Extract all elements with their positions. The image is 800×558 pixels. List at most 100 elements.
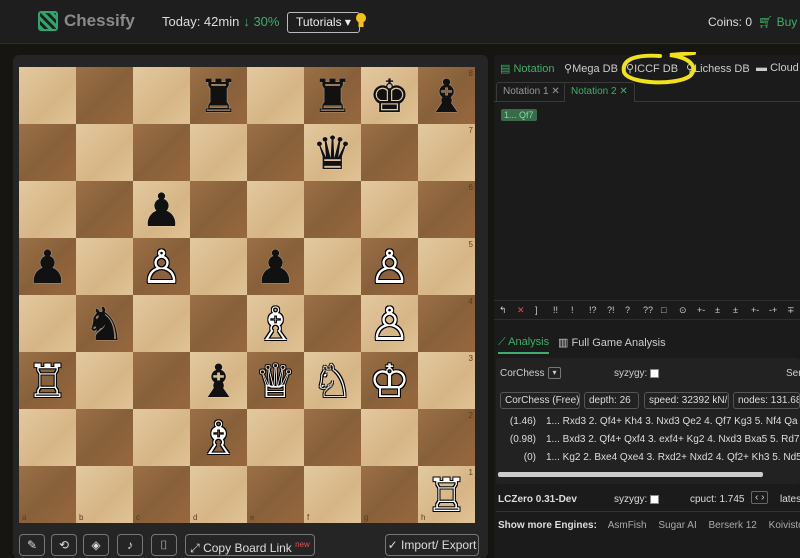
square-c4[interactable] bbox=[133, 295, 190, 352]
square-g2[interactable] bbox=[361, 409, 418, 466]
square-a7[interactable] bbox=[19, 124, 76, 181]
syzygy-checkbox[interactable] bbox=[650, 494, 660, 504]
square-h4[interactable]: 4 bbox=[418, 295, 475, 352]
square-f6[interactable] bbox=[304, 181, 361, 238]
square-h5[interactable]: 5 bbox=[418, 238, 475, 295]
annotation-symbol[interactable]: ?? bbox=[643, 305, 653, 315]
square-e8[interactable] bbox=[247, 67, 304, 124]
annotation-symbol[interactable]: ?! bbox=[607, 305, 615, 315]
syzygy-toggle[interactable]: syzygy: bbox=[614, 368, 660, 379]
chessboard[interactable]: 8 7 6 5 4 3 2 a b c d e f g 1 h ♜ ♜ ♚ ♝ ♛ ♟ ♟ ♙ ♟ ♙ ♞ ♗ ♙ ♖ ♝ ♕ ♘ ♔ ♗ ♖ bbox=[19, 67, 475, 523]
chess-piece-d2[interactable]: ♗ bbox=[190, 409, 247, 466]
square-d4[interactable] bbox=[190, 295, 247, 352]
square-c1[interactable]: c bbox=[133, 466, 190, 523]
chess-piece-g3[interactable]: ♔ bbox=[361, 352, 418, 409]
square-f2[interactable] bbox=[304, 409, 361, 466]
square-b2[interactable] bbox=[76, 409, 133, 466]
rotate-icon[interactable]: ⟲ bbox=[51, 534, 77, 556]
chess-piece-a3[interactable]: ♖ bbox=[19, 352, 76, 409]
close-icon[interactable]: ✕ bbox=[619, 86, 627, 97]
horizontal-scrollbar[interactable] bbox=[498, 472, 763, 477]
chess-piece-d3[interactable]: ♝ bbox=[190, 352, 247, 409]
music-icon[interactable]: ♪ bbox=[117, 534, 143, 556]
chess-piece-e5[interactable]: ♟ bbox=[247, 238, 304, 295]
square-f1[interactable]: f bbox=[304, 466, 361, 523]
square-e2[interactable] bbox=[247, 409, 304, 466]
square-g1[interactable]: g bbox=[361, 466, 418, 523]
chess-piece-h8[interactable]: ♝ bbox=[418, 67, 475, 124]
square-h3[interactable]: 3 bbox=[418, 352, 475, 409]
tab-lichess-db[interactable]: ⚲Lichess DB bbox=[686, 62, 750, 75]
tab-full-game-analysis[interactable]: ▥ Full Game Analysis bbox=[558, 336, 666, 349]
annotation-symbol[interactable]: ✕ bbox=[517, 305, 525, 316]
square-b7[interactable] bbox=[76, 124, 133, 181]
annotation-symbol[interactable]: ⊙ bbox=[679, 305, 687, 316]
close-icon[interactable]: ✕ bbox=[551, 86, 559, 97]
pencil-icon[interactable]: ✎ bbox=[19, 534, 45, 556]
tutorials-dropdown[interactable]: Tutorials ▾ bbox=[287, 12, 360, 33]
annotation-symbol[interactable]: -+ bbox=[769, 305, 777, 315]
tab-iccf-db[interactable]: ⚲ICCF DB bbox=[626, 62, 678, 75]
chess-piece-c6[interactable]: ♟ bbox=[133, 181, 190, 238]
square-b6[interactable] bbox=[76, 181, 133, 238]
chess-piece-g4[interactable]: ♙ bbox=[361, 295, 418, 352]
engine-line[interactable]: (1.46) 1... Rxd3 2. Qf4+ Kh4 3. Nxd3 Qe2 … bbox=[500, 416, 798, 427]
chess-piece-h1[interactable]: ♖ bbox=[418, 466, 475, 523]
square-b1[interactable]: b bbox=[76, 466, 133, 523]
import-export-button[interactable]: ✓ Import/ Export bbox=[385, 534, 479, 556]
engine-select-caret-icon[interactable]: ▾ bbox=[548, 367, 561, 379]
camera-icon[interactable]: ⌷ bbox=[151, 534, 177, 556]
chess-piece-g5[interactable]: ♙ bbox=[361, 238, 418, 295]
chess-piece-f7[interactable]: ♛ bbox=[304, 124, 361, 181]
chessify-logo-icon[interactable] bbox=[38, 11, 58, 31]
subtab-notation-1[interactable]: Notation 1 ✕ bbox=[496, 82, 567, 102]
engine-option[interactable]: Koivisto bbox=[769, 520, 800, 531]
annotation-symbol[interactable]: ? bbox=[625, 305, 630, 315]
square-d7[interactable] bbox=[190, 124, 247, 181]
chess-piece-f3[interactable]: ♘ bbox=[304, 352, 361, 409]
annotation-symbol[interactable]: ↰ bbox=[499, 305, 507, 316]
square-a8[interactable] bbox=[19, 67, 76, 124]
lightbulb-icon[interactable] bbox=[355, 12, 367, 29]
copy-board-link-button[interactable]: ⤢ Copy Board Link new bbox=[185, 534, 315, 556]
chess-piece-f8[interactable]: ♜ bbox=[304, 67, 361, 124]
square-c3[interactable] bbox=[133, 352, 190, 409]
square-g7[interactable] bbox=[361, 124, 418, 181]
annotation-symbol[interactable]: ∓ bbox=[787, 305, 795, 316]
chess-piece-d8[interactable]: ♜ bbox=[190, 67, 247, 124]
square-a2[interactable] bbox=[19, 409, 76, 466]
engine-option[interactable]: Sugar AI bbox=[658, 520, 696, 531]
annotation-symbol[interactable]: □ bbox=[661, 305, 666, 315]
annotation-symbol[interactable]: ! bbox=[571, 305, 574, 315]
square-c2[interactable] bbox=[133, 409, 190, 466]
square-f5[interactable] bbox=[304, 238, 361, 295]
cpuct-stepper[interactable]: ‹ › bbox=[751, 491, 769, 504]
tab-notation[interactable]: ▤ Notation bbox=[500, 62, 554, 75]
tab-mega-db[interactable]: ⚲Mega DB bbox=[564, 62, 618, 75]
square-c8[interactable] bbox=[133, 67, 190, 124]
chess-piece-e3[interactable]: ♕ bbox=[247, 352, 304, 409]
annotation-symbol[interactable]: ] bbox=[535, 305, 538, 315]
square-g6[interactable] bbox=[361, 181, 418, 238]
square-d5[interactable] bbox=[190, 238, 247, 295]
square-h6[interactable]: 6 bbox=[418, 181, 475, 238]
chess-piece-b4[interactable]: ♞ bbox=[76, 295, 133, 352]
annotation-symbol[interactable]: +- bbox=[751, 305, 759, 315]
annotation-symbol[interactable]: !! bbox=[553, 305, 558, 315]
annotation-symbol[interactable]: ± bbox=[715, 305, 720, 315]
engine-option[interactable]: AsmFish bbox=[608, 520, 647, 531]
square-b3[interactable] bbox=[76, 352, 133, 409]
engine-option[interactable]: Berserk 12 bbox=[709, 520, 757, 531]
current-move[interactable]: 1... Qf7 bbox=[501, 109, 537, 121]
square-d1[interactable]: d bbox=[190, 466, 247, 523]
square-e6[interactable] bbox=[247, 181, 304, 238]
square-h2[interactable]: 2 bbox=[418, 409, 475, 466]
square-c7[interactable] bbox=[133, 124, 190, 181]
chess-piece-c5[interactable]: ♙ bbox=[133, 238, 190, 295]
annotation-symbol[interactable]: !? bbox=[589, 305, 597, 315]
tab-cloud[interactable]: ▬ Cloud S bbox=[756, 62, 800, 74]
square-f4[interactable] bbox=[304, 295, 361, 352]
engine-line[interactable]: (0) 1... Kg2 2. Bxe4 Qxe4 3. Rxd2+ Nxd2 4… bbox=[500, 452, 800, 463]
tab-analysis[interactable]: ⟋ Analysis bbox=[498, 336, 550, 354]
syzygy-checkbox[interactable] bbox=[650, 368, 660, 378]
